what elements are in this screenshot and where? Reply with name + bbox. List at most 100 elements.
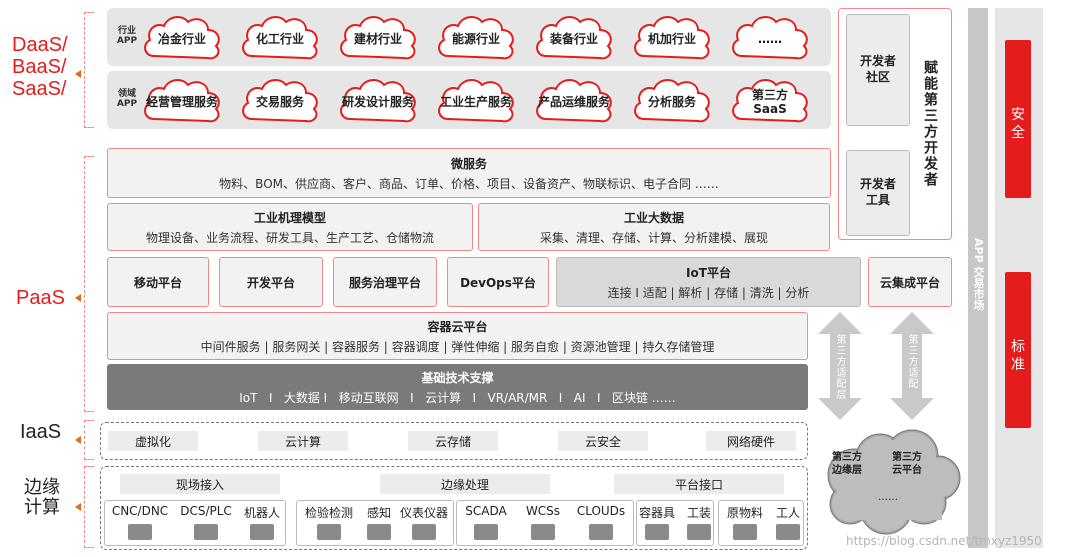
- mechanism-model-title: 工业机理模型: [253, 210, 326, 225]
- device-icon: [589, 524, 613, 540]
- iaas-label: IaaS: [20, 421, 62, 443]
- domain-app-cloud-4[interactable]: 产品运维服务: [532, 73, 616, 127]
- domain-app-cloud-0[interactable]: 经营管理服务: [140, 73, 224, 127]
- industry-app-cloud-5[interactable]: 机加行业: [630, 10, 714, 64]
- iaas-bracket: [84, 420, 94, 460]
- empower-developers: 赋能第三方开发者: [922, 60, 938, 188]
- bigdata-items: 采集、清理、存储、计算、分析建模、展现: [539, 230, 768, 245]
- domain-app-cloud-label: 交易服务: [255, 94, 304, 109]
- bigdata-box: 工业大数据 采集、清理、存储、计算、分析建模、展现: [478, 203, 830, 251]
- domain-app-cloud-label: 第三方 SaaS: [751, 87, 788, 116]
- edge-device: 原物料: [726, 506, 763, 520]
- iaas-item: 网络硬件: [706, 431, 796, 451]
- domain-app-cloud-3[interactable]: 工业生产服务: [434, 73, 518, 127]
- industry-app-cloud-2[interactable]: 建材行业: [336, 10, 420, 64]
- edge-bracket: [84, 466, 94, 548]
- domain-app-cloud-1[interactable]: 交易服务: [238, 73, 322, 127]
- industry-app-cloud-3[interactable]: 能源行业: [434, 10, 518, 64]
- edge-device: 工人: [775, 506, 800, 520]
- developer-tools[interactable]: 开发者 工具: [846, 150, 910, 236]
- third-party-edge-layer: 第三方 边缘层: [832, 452, 862, 476]
- cloud-integration-label: 云集成平台: [879, 275, 940, 290]
- domain-app-cloud-5[interactable]: 分析服务: [630, 73, 714, 127]
- industry-app-cloud-6[interactable]: ……: [728, 10, 812, 64]
- edge-device: CLOUDs: [576, 504, 626, 518]
- domain-app-cloud-6[interactable]: 第三方 SaaS: [728, 73, 812, 127]
- iaas-item: 虚拟化: [108, 431, 198, 451]
- industry-app-cloud-1[interactable]: 化工行业: [238, 10, 322, 64]
- edge-device: 仪表仪器: [399, 506, 448, 520]
- industry-app-cloud-label: 装备行业: [549, 31, 598, 46]
- edge-device: 机器人: [243, 506, 280, 520]
- mechanism-model-box: 工业机理模型 物理设备、业务流程、研发工具、生产工艺、仓储物流: [107, 203, 473, 251]
- daas-bracket: [84, 12, 94, 128]
- standard-label: 标准: [1011, 339, 1025, 374]
- device-icon: [128, 524, 152, 540]
- domain-app-tag: 领域 APP: [116, 89, 138, 110]
- domain-app-cloud-label: 分析服务: [647, 94, 696, 109]
- iaas-item: 云存储: [408, 431, 498, 451]
- daas-label: DaaS/ BaaS/ SaaS/: [12, 34, 68, 100]
- adapter-left-label: 第三方适配层: [834, 334, 845, 400]
- industry-app-cloud-label: 机加行业: [647, 31, 696, 46]
- industry-app-cloud-label: 冶金行业: [157, 31, 206, 46]
- device-icon: [645, 524, 669, 540]
- edge-label: 边缘 计算: [24, 477, 60, 517]
- device-icon: [250, 524, 274, 540]
- edge-device: DCS/PLC: [180, 504, 232, 518]
- third-party-cloud-cluster: [827, 429, 961, 535]
- device-icon: [531, 524, 555, 540]
- watermark: https://blog.csdn.net/tmxyz1950: [846, 534, 1042, 548]
- mechanism-model-items: 物理设备、业务流程、研发工具、生产工艺、仓储物流: [145, 230, 434, 245]
- infra-support-title: 基础技术支撑: [421, 370, 494, 385]
- infra-support-items: IoT I 大数据 I 移动互联网 I 云计算 I VR/AR/MR I AI …: [239, 390, 676, 405]
- domain-app-cloud-label: 研发设计服务: [341, 94, 414, 109]
- device-icon: [194, 524, 218, 540]
- domain-app-cloud-label: 工业生产服务: [439, 94, 512, 109]
- iot-platform-items: 连接 I 适配 | 解析 | 存储 | 清洗 | 分析: [607, 285, 810, 300]
- edge-device: 检验检测: [304, 506, 353, 520]
- device-icon: [317, 524, 341, 540]
- bigdata-title: 工业大数据: [623, 210, 684, 225]
- microservice-items: 物料、BOM、供应商、客户、商品、订单、价格、项目、设备资产、物联标识、电子合同…: [219, 176, 719, 191]
- container-cloud-items: 中间件服务 | 服务网关 | 容器服务 | 容器调度 | 弹性伸缩 | 服务自愈…: [200, 339, 715, 354]
- edge-device: SCADA: [465, 504, 507, 518]
- domain-app-cloud-2[interactable]: 研发设计服务: [336, 73, 420, 127]
- third-party-more: ……: [878, 492, 898, 503]
- adapter-right-label: 第三方适配: [906, 334, 917, 389]
- container-cloud-title: 容器云平台: [427, 319, 488, 334]
- paas-label: PaaS: [16, 287, 65, 309]
- edge-device: WCSs: [525, 504, 561, 518]
- mobile-platform: 移动平台: [107, 257, 209, 307]
- device-icon: [367, 524, 391, 540]
- daas-arrow: [75, 70, 81, 78]
- iot-platform-title: IoT平台: [686, 265, 731, 280]
- infra-support-box: 基础技术支撑 IoT I 大数据 I 移动互联网 I 云计算 I VR/AR/M…: [107, 364, 808, 410]
- industry-app-cloud-label: 建材行业: [353, 31, 402, 46]
- iaas-arrow: [75, 436, 81, 444]
- device-icon: [733, 524, 757, 540]
- microservice-box: 微服务 物料、BOM、供应商、客户、商品、订单、价格、项目、设备资产、物联标识、…: [107, 148, 831, 198]
- service-governance-platform: 服务治理平台: [333, 257, 437, 307]
- devops-platform-label: DevOps平台: [460, 275, 536, 290]
- industry-app-cloud-4[interactable]: 装备行业: [532, 10, 616, 64]
- developer-community[interactable]: 开发者 社区: [846, 14, 910, 126]
- edge-device: 工装: [686, 506, 711, 520]
- device-icon: [776, 524, 800, 540]
- industry-app-tag: 行业 APP: [116, 26, 138, 47]
- domain-app-cloud-label: 产品运维服务: [537, 94, 610, 109]
- industry-app-cloud-0[interactable]: 冶金行业: [140, 10, 224, 64]
- cloud-integration-platform: 云集成平台: [868, 257, 952, 307]
- domain-app-cloud-label: 经营管理服务: [145, 94, 218, 109]
- mobile-platform-label: 移动平台: [133, 275, 182, 290]
- third-party-cloud-platform: 第三方 云平台: [892, 452, 922, 476]
- dev-platform: 开发平台: [219, 257, 323, 307]
- app-market-label: APP 交易市场: [972, 238, 985, 311]
- edge-device: CNC/DNC: [111, 504, 169, 518]
- security-label: 安全: [1011, 107, 1025, 142]
- service-governance-label: 服务治理平台: [348, 275, 421, 290]
- paas-arrow: [75, 294, 81, 302]
- edge-header: 边缘处理: [380, 474, 550, 494]
- edge-header: 平台接口: [614, 474, 784, 494]
- industry-app-cloud-label: 化工行业: [255, 31, 304, 46]
